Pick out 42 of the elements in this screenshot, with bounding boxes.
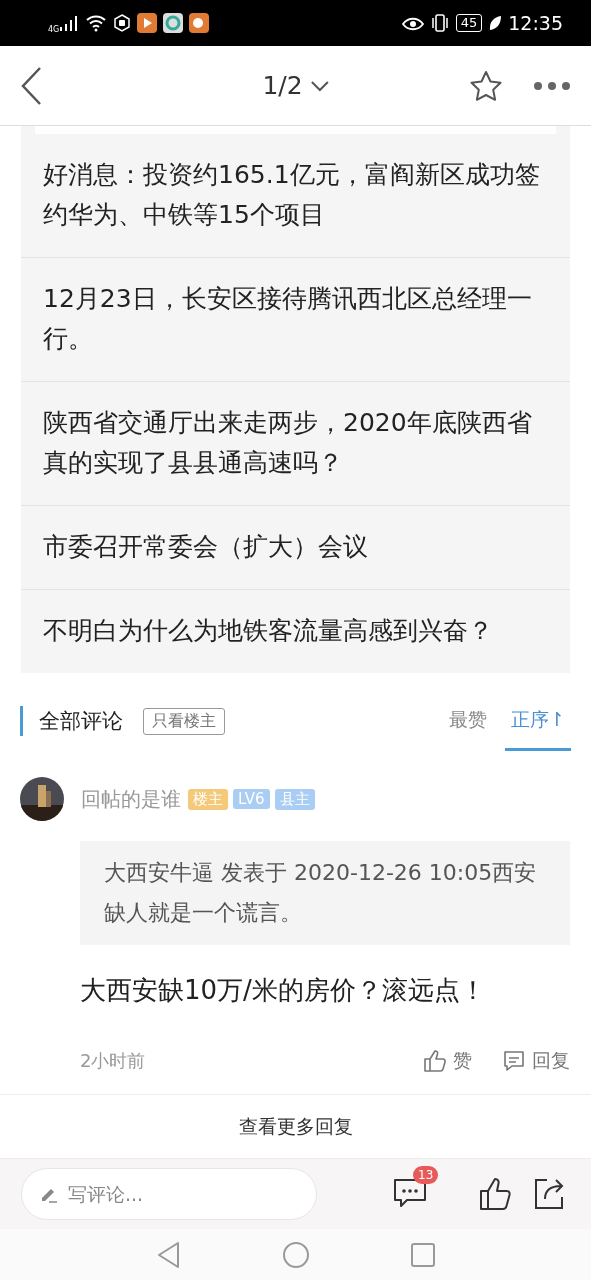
leaf-icon bbox=[488, 15, 503, 31]
back-icon[interactable] bbox=[20, 65, 42, 106]
back-nav-icon[interactable] bbox=[155, 1240, 182, 1269]
page-selector[interactable]: 1/2 bbox=[262, 71, 329, 100]
article-title[interactable]: 市委召开常委会（扩大）会议 bbox=[21, 506, 570, 590]
article-title[interactable]: 不明白为什么为地铁客流量高感到兴奋？ bbox=[21, 590, 570, 673]
article-title[interactable]: 好消息：投资约165.1亿元，富阎新区成功签约华为、中铁等15个项目 bbox=[21, 134, 570, 258]
comment-text: 大西安缺10万/米的房价？滚远点！ bbox=[80, 974, 487, 1007]
section-title: 全部评论 bbox=[20, 706, 123, 736]
filter-button[interactable]: 只看楼主 bbox=[143, 708, 225, 735]
article-title[interactable]: 陕西省交通厅出来走两步，2020年底陕西省真的实现了县县通高速吗？ bbox=[21, 382, 570, 506]
wifi-icon bbox=[85, 14, 108, 32]
signal-icon bbox=[59, 15, 80, 31]
user-badge: LV6 bbox=[233, 789, 270, 809]
user-badge: 楼主 bbox=[188, 788, 228, 810]
star-icon[interactable] bbox=[469, 69, 503, 102]
timestamp: 2小时前 bbox=[80, 1049, 146, 1073]
chevron-down-icon bbox=[310, 79, 329, 92]
app-icon bbox=[189, 13, 210, 33]
network-label: 4G bbox=[48, 24, 60, 34]
home-nav-icon[interactable] bbox=[281, 1240, 310, 1269]
app-icon bbox=[137, 13, 158, 33]
sort-tab[interactable]: 最赞 bbox=[447, 707, 490, 751]
eye-icon bbox=[401, 15, 424, 31]
like-button[interactable]: 赞 bbox=[423, 1048, 472, 1074]
comment-icon bbox=[502, 1049, 526, 1073]
vibrate-icon bbox=[429, 14, 450, 32]
user-badge: 县主 bbox=[274, 788, 315, 810]
thumbs-up-icon bbox=[423, 1049, 447, 1073]
comment-input[interactable]: 写评论... bbox=[21, 1168, 317, 1220]
clock: 12:35 bbox=[508, 12, 563, 34]
recent-apps-icon[interactable] bbox=[409, 1241, 436, 1268]
count-badge: 13 bbox=[413, 1166, 439, 1184]
battery-icon: 45 bbox=[455, 14, 483, 32]
app-icon bbox=[163, 13, 184, 33]
quoted-post: 大西安牛逼 发表于 2020-12-26 10:05西安缺人就是一个谎言。 bbox=[80, 841, 570, 945]
thumbs-up-icon[interactable] bbox=[479, 1177, 511, 1211]
more-icon[interactable] bbox=[533, 80, 571, 91]
share-icon[interactable] bbox=[533, 1177, 565, 1211]
article-title[interactable]: 12月23日，长安区接待腾讯西北区总经理一行。 bbox=[21, 258, 570, 382]
reply-button[interactable]: 回复 bbox=[502, 1048, 570, 1074]
avatar bbox=[20, 777, 64, 821]
